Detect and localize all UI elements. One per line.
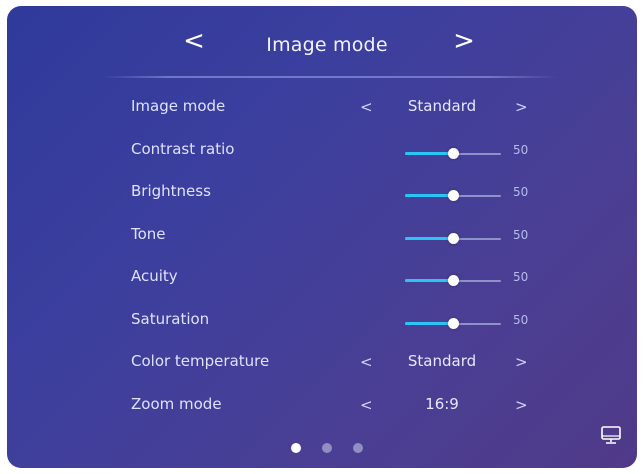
slider-fill — [405, 151, 453, 155]
setting-label: Brightness — [131, 182, 211, 200]
setting-row[interactable]: Zoom mode <16:9 > — [7, 387, 637, 429]
option-prev-button[interactable]: < — [360, 353, 373, 371]
setting-row[interactable]: Acuity 50 — [7, 259, 637, 301]
slider-value: 50 — [513, 185, 529, 199]
slider-thumb[interactable] — [448, 147, 459, 159]
header-divider — [102, 76, 557, 78]
option-next-button[interactable]: > — [515, 98, 528, 116]
slider-fill — [405, 194, 453, 197]
page-dot[interactable] — [291, 443, 301, 453]
setting-row[interactable]: Tone 50 — [7, 217, 637, 259]
value-slider[interactable] — [405, 275, 501, 287]
header: < Image mode > — [7, 6, 637, 78]
option-value: Standard — [407, 97, 477, 115]
option-prev-button[interactable]: < — [360, 396, 373, 414]
option-next-button[interactable]: > — [515, 396, 528, 414]
slider-fill — [405, 279, 453, 282]
option-value: Standard — [407, 352, 477, 370]
setting-label: Color temperature — [131, 352, 270, 370]
slider-fill — [405, 321, 453, 325]
option-value: 16:9 — [425, 394, 459, 413]
value-slider[interactable] — [405, 190, 501, 202]
setting-label: Saturation — [131, 309, 210, 328]
value-slider[interactable] — [405, 232, 501, 245]
page-title: Image mode — [266, 34, 388, 56]
next-page-button[interactable]: > — [452, 26, 476, 56]
setting-row[interactable]: Color temperature < Standard > — [7, 344, 637, 386]
setting-label: Zoom mode — [131, 394, 222, 413]
prev-page-button[interactable]: < — [182, 26, 206, 56]
setting-label: Tone — [131, 224, 166, 243]
slider-thumb[interactable] — [448, 317, 459, 329]
slider-thumb[interactable] — [448, 275, 459, 286]
slider-value: 50 — [513, 312, 529, 327]
option-next-button[interactable]: > — [515, 353, 528, 371]
slider-thumb[interactable] — [448, 232, 459, 244]
setting-row[interactable]: Saturation 50 — [7, 302, 637, 344]
setting-row[interactable]: Contrast ratio 50 — [7, 132, 637, 174]
page-dot[interactable] — [322, 443, 332, 453]
slider-fill — [405, 236, 453, 240]
slider-value: 50 — [513, 142, 529, 157]
pagination-dots — [291, 443, 371, 455]
slider-value: 50 — [513, 270, 529, 284]
slider-thumb[interactable] — [448, 190, 459, 201]
setting-row[interactable]: Brightness 50 — [7, 174, 637, 216]
option-prev-button[interactable]: < — [360, 98, 373, 116]
value-slider[interactable] — [405, 147, 501, 160]
value-slider[interactable] — [405, 317, 501, 330]
image-mode-panel: < Image mode > Image mode < Standard > Contr… — [7, 6, 637, 468]
setting-label: Image mode — [131, 97, 226, 115]
setting-label: Contrast ratio — [131, 139, 235, 158]
page-dot[interactable] — [353, 443, 363, 453]
setting-row[interactable]: Image mode < Standard > — [7, 89, 637, 131]
setting-label: Acuity — [131, 267, 178, 285]
slider-value: 50 — [513, 227, 529, 242]
monitor-icon[interactable] — [600, 425, 622, 445]
